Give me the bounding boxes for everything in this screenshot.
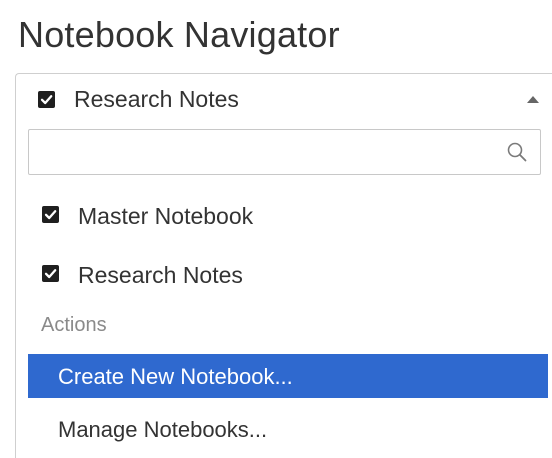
checkbox-checked-icon [38, 91, 55, 108]
notebook-item-master[interactable]: Master Notebook [16, 194, 552, 242]
search-input[interactable] [35, 134, 495, 170]
create-new-notebook-item[interactable]: Create New Notebook... [28, 354, 548, 398]
search-field[interactable] [28, 129, 541, 175]
notebook-dropdown-toggle[interactable]: Research Notes [16, 74, 552, 122]
notebook-item-label: Master Notebook [78, 203, 254, 229]
page-title: Notebook Navigator [18, 14, 340, 55]
chevron-up-icon[interactable] [527, 96, 539, 103]
checkbox-checked-icon[interactable] [42, 265, 59, 282]
notebook-item-research[interactable]: Research Notes [16, 253, 552, 301]
manage-notebooks-item[interactable]: Manage Notebooks... [28, 407, 548, 451]
search-icon[interactable] [506, 141, 528, 163]
action-label: Create New Notebook... [58, 364, 293, 389]
notebook-dropdown-panel: Research Notes Master Notebook Research … [15, 73, 552, 458]
actions-heading: Actions [41, 314, 107, 336]
checkbox-checked-icon[interactable] [42, 206, 59, 223]
notebook-item-label: Research Notes [78, 262, 243, 288]
dropdown-selected-label: Research Notes [74, 86, 239, 112]
action-label: Manage Notebooks... [58, 417, 268, 442]
